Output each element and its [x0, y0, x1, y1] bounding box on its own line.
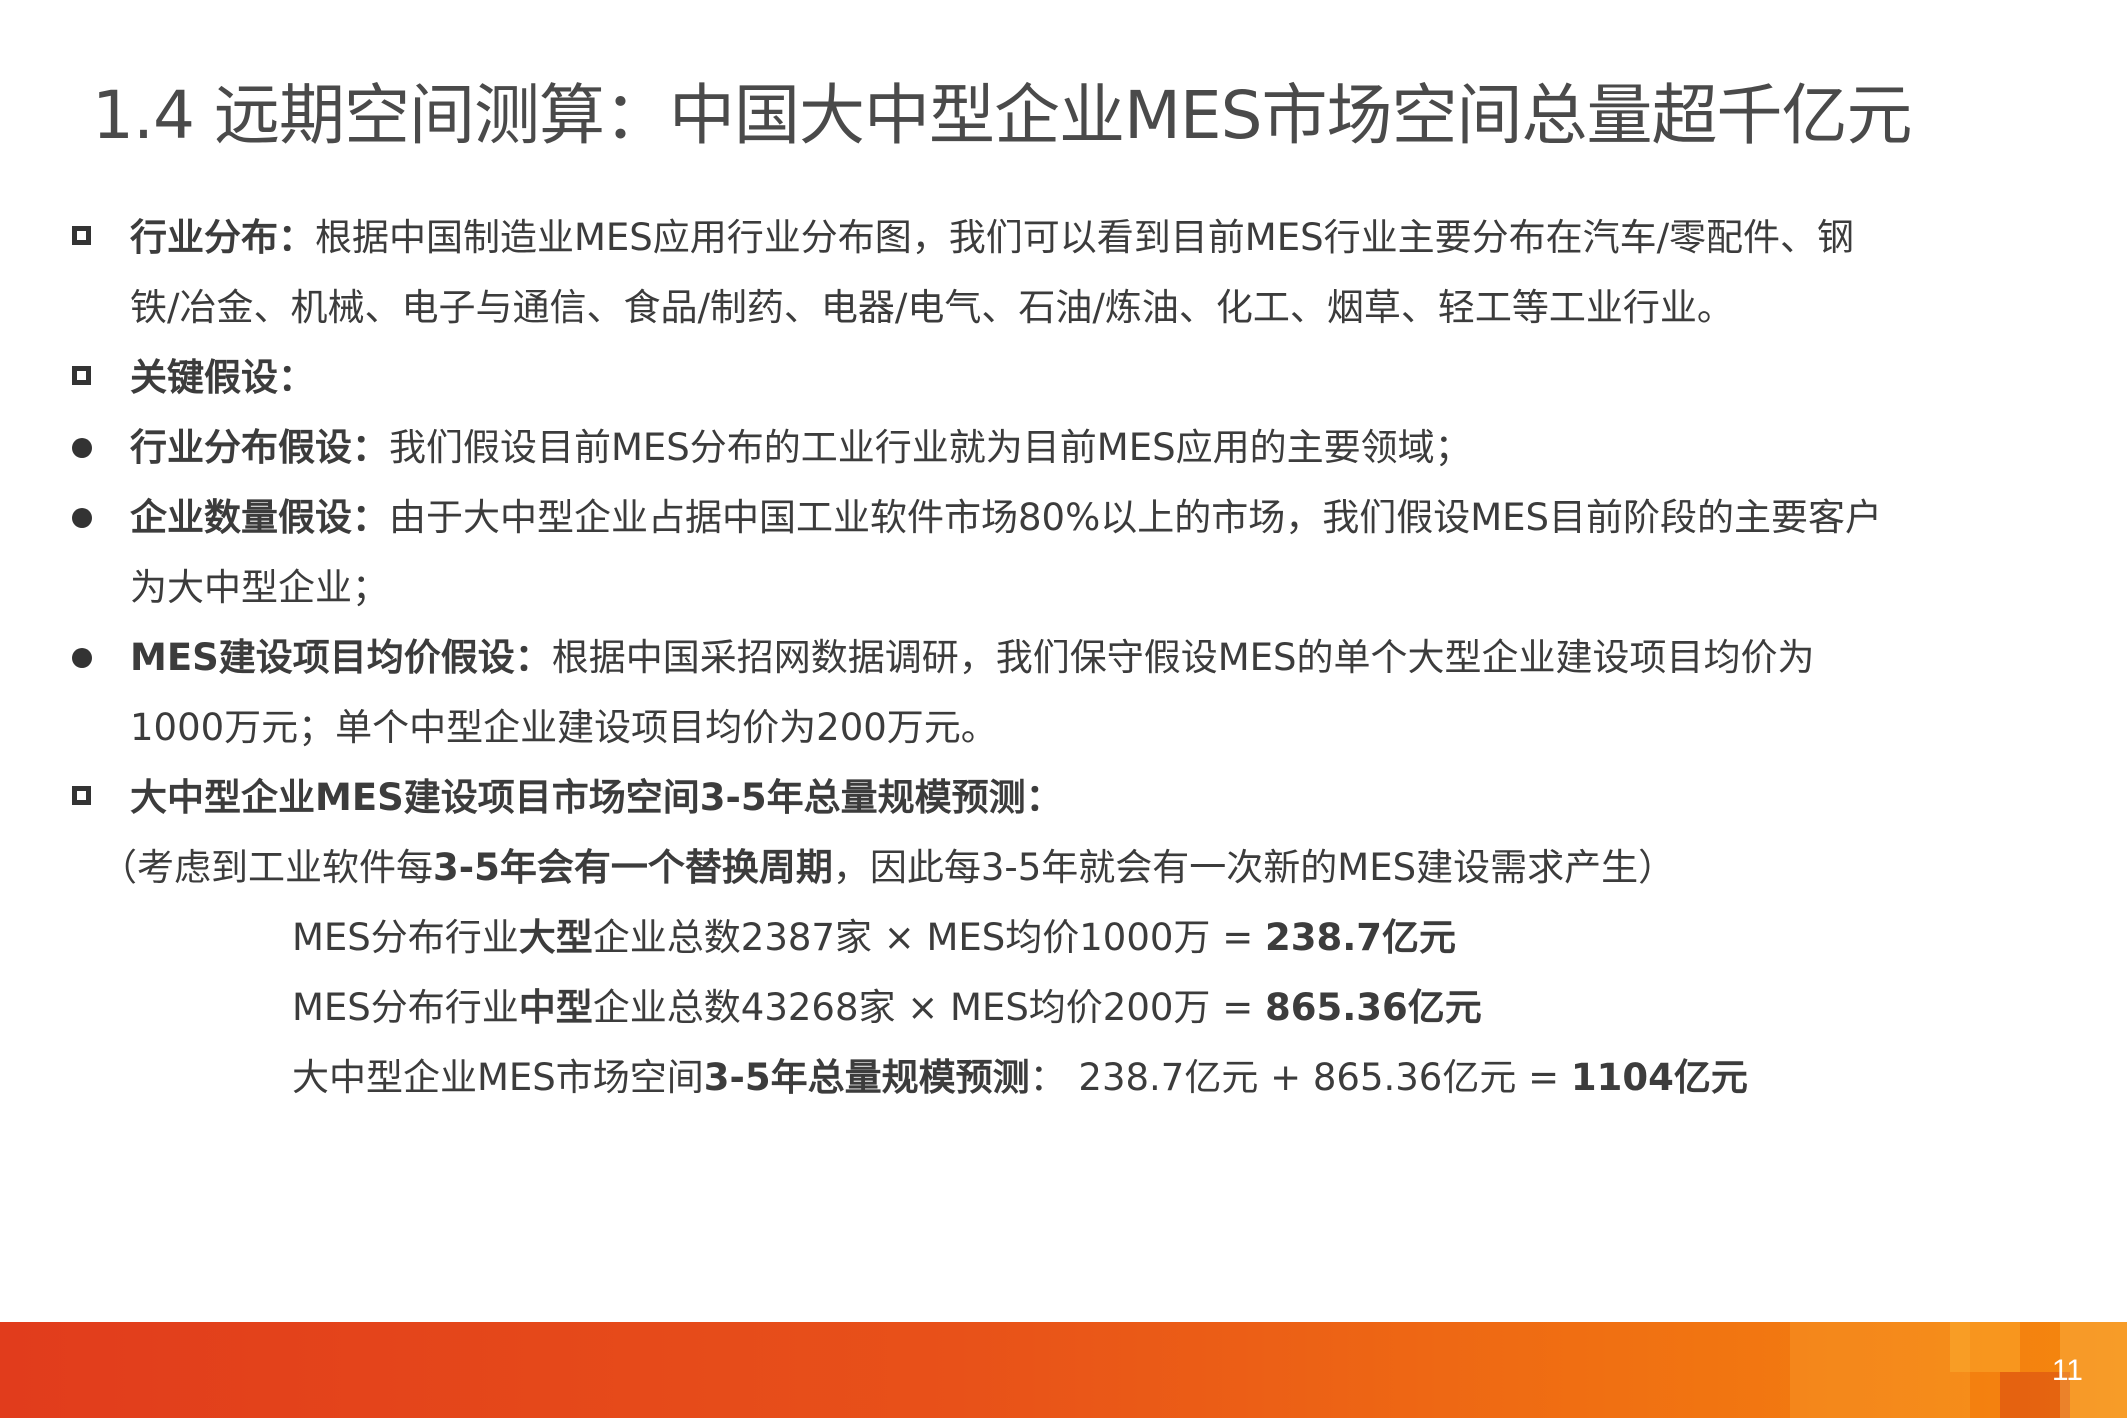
item-label: 行业分布：	[130, 216, 315, 259]
enterprise-count-assumption-line: 企业数量假设：由于大中型企业占据中国工业软件市场80%以上的市场，我们假设MES…	[130, 493, 1882, 543]
replacement-cycle-note: （考虑到工业软件每3-5年会有一个替换周期，因此每3-5年就会有一次新的MES建…	[100, 846, 1676, 889]
price-assumption-line: MES建设项目均价假设：根据中国采招网数据调研，我们保守假设MES的单个大型企业…	[130, 633, 1815, 683]
item-label: 企业数量假设：	[130, 496, 389, 539]
dot-bullet-icon	[72, 508, 92, 528]
slide-content: 行业分布：根据中国制造业MES应用行业分布图，我们可以看到目前MES行业主要分布…	[0, 0, 2127, 1300]
page-number: 11	[2051, 1354, 2083, 1387]
square-bullet-icon	[72, 786, 91, 805]
item-text: 根据中国制造业MES应用行业分布图，我们可以看到目前MES行业主要分布在汽车/零…	[315, 216, 1855, 259]
enterprise-count-assumption-line-2: 为大中型企业；	[130, 566, 389, 609]
dot-bullet-icon	[72, 438, 92, 458]
footer-bar: 11	[0, 1322, 2127, 1418]
square-bullet-icon	[72, 366, 91, 385]
industry-distribution-line-2: 铁/冶金、机械、电子与通信、食品/制药、电器/电气、石油/炼油、化工、烟草、轻工…	[130, 286, 1734, 329]
square-bullet-icon	[72, 226, 91, 245]
industry-assumption-line: 行业分布假设：我们假设目前MES分布的工业行业就为目前MES应用的主要领域；	[130, 423, 1472, 473]
dot-bullet-icon	[72, 648, 92, 668]
formula-large-enterprise: MES分布行业大型企业总数2387家 × MES均价1000万 = 238.7亿…	[292, 916, 1457, 959]
footer-decoration	[1950, 1322, 2020, 1372]
item-text: 我们假设目前MES分布的工业行业就为目前MES应用的主要领域；	[389, 426, 1472, 469]
item-label: MES建设项目均价假设：	[130, 636, 552, 679]
formula-total: 大中型企业MES市场空间3-5年总量规模预测： 238.7亿元 + 865.36…	[292, 1056, 1748, 1099]
item-text: 由于大中型企业占据中国工业软件市场80%以上的市场，我们假设MES目前阶段的主要…	[389, 496, 1883, 539]
formula-medium-enterprise: MES分布行业中型企业总数43268家 × MES均价200万 = 865.36…	[292, 986, 1482, 1029]
key-assumptions-heading: 关键假设：	[130, 356, 315, 399]
forecast-heading: 大中型企业MES建设项目市场空间3-5年总量规模预测：	[130, 776, 1063, 819]
footer-decoration	[1790, 1322, 1970, 1418]
item-label: 行业分布假设：	[130, 426, 389, 469]
price-assumption-line-2: 1000万元；单个中型企业建设项目均价为200万元。	[130, 706, 998, 749]
industry-distribution-line: 行业分布：根据中国制造业MES应用行业分布图，我们可以看到目前MES行业主要分布…	[130, 213, 1854, 263]
item-text: 根据中国采招网数据调研，我们保守假设MES的单个大型企业建设项目均价为	[551, 636, 1815, 679]
